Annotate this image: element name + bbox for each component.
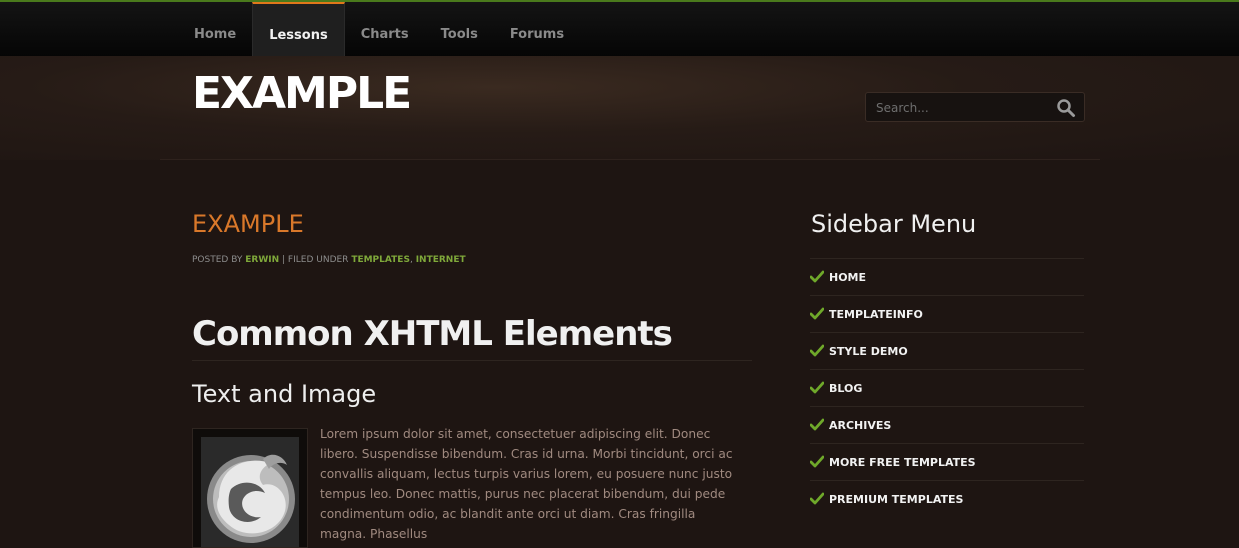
search-input[interactable] [874, 99, 1048, 117]
nav-item-home[interactable]: Home [178, 2, 252, 56]
sidebar-item-label: ARCHIVES [829, 418, 892, 432]
post-body-text: Lorem ipsum dolor sit amet, consectetuer… [320, 427, 733, 541]
sidebar-item-label: PREMIUM TEMPLATES [829, 492, 964, 506]
content-heading: Common XHTML Elements [192, 314, 673, 354]
check-icon [810, 418, 824, 431]
post-image-frame [192, 428, 308, 548]
heading-divider [192, 360, 752, 361]
sidebar-item-style-demo[interactable]: STYLE DEMO [810, 332, 1084, 369]
check-icon [810, 492, 824, 505]
check-icon [810, 307, 824, 320]
author-link[interactable]: ERWIN [245, 255, 279, 265]
filed-under-label: | FILED UNDER [282, 255, 349, 265]
sidebar-title: Sidebar Menu [811, 210, 977, 238]
content-subheading: Text and Image [192, 380, 377, 408]
post-meta: POSTED BY ERWIN | FILED UNDER TEMPLATES,… [192, 255, 466, 265]
sidebar-item-label: STYLE DEMO [829, 344, 908, 358]
sidebar-menu: HOME TEMPLATEINFO STYLE DEMO BLOG ARCHIV… [810, 258, 1084, 517]
sidebar-item-label: TEMPLATEINFO [829, 307, 923, 321]
search-box [865, 92, 1085, 122]
nav-item-tools[interactable]: Tools [425, 2, 494, 56]
category-link-templates[interactable]: TEMPLATES [351, 255, 410, 265]
check-icon [810, 455, 824, 468]
header-divider [160, 159, 1100, 160]
sidebar-item-label: MORE FREE TEMPLATES [829, 455, 976, 469]
sidebar-item-archives[interactable]: ARCHIVES [810, 406, 1084, 443]
main-nav: Home Lessons Charts Tools Forums [178, 2, 580, 56]
post-title[interactable]: EXAMPLE [192, 210, 304, 238]
check-icon [810, 344, 824, 357]
search-icon[interactable] [1056, 98, 1076, 118]
check-icon [810, 381, 824, 394]
sidebar-item-blog[interactable]: BLOG [810, 369, 1084, 406]
nav-item-lessons[interactable]: Lessons [252, 2, 345, 56]
sidebar-item-label: BLOG [829, 381, 863, 395]
firefox-logo-image [201, 437, 299, 547]
firefox-icon [207, 454, 295, 543]
check-icon [810, 270, 824, 283]
nav-item-forums[interactable]: Forums [494, 2, 580, 56]
sidebar-item-label: HOME [829, 270, 867, 284]
category-link-internet[interactable]: INTERNET [416, 255, 466, 265]
nav-item-charts[interactable]: Charts [345, 2, 425, 56]
sidebar-item-premium-templates[interactable]: PREMIUM TEMPLATES [810, 480, 1084, 517]
site-logo[interactable]: EXAMPLE [192, 68, 412, 119]
sidebar-item-more-free-templates[interactable]: MORE FREE TEMPLATES [810, 443, 1084, 480]
posted-by-label: POSTED BY [192, 255, 243, 265]
top-nav-bar: Home Lessons Charts Tools Forums [0, 0, 1239, 56]
sidebar-item-templateinfo[interactable]: TEMPLATEINFO [810, 295, 1084, 332]
category-separator: , [409, 255, 413, 265]
sidebar-item-home[interactable]: HOME [810, 258, 1084, 295]
